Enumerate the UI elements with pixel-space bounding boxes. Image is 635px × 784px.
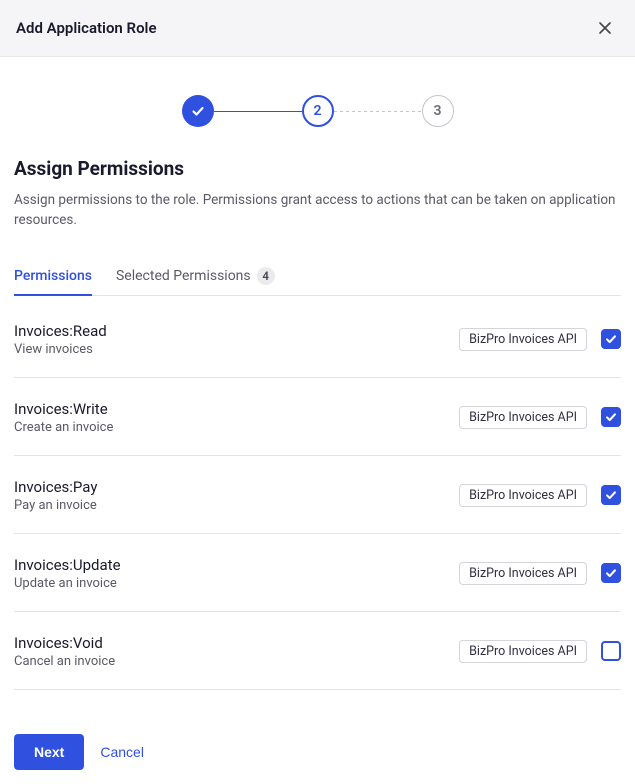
check-icon	[604, 566, 618, 580]
api-badge: BizPro Invoices API	[459, 640, 587, 663]
tab-label: Permissions	[14, 268, 92, 284]
check-icon	[604, 488, 618, 502]
tab-permissions[interactable]: Permissions	[14, 259, 92, 295]
cancel-button[interactable]: Cancel	[100, 744, 144, 760]
tab-selected-permissions[interactable]: Selected Permissions 4	[116, 259, 275, 295]
section-description: Assign permissions to the role. Permissi…	[14, 190, 621, 231]
permission-controls: BizPro Invoices API	[459, 328, 621, 351]
permission-controls: BizPro Invoices API	[459, 406, 621, 429]
modal-header: Add Application Role	[0, 0, 635, 57]
permission-description: View invoices	[14, 342, 107, 357]
permission-row: Invoices:Write Create an invoice BizPro In…	[14, 378, 621, 456]
step-1-complete	[182, 95, 214, 127]
check-icon	[190, 103, 206, 119]
close-button[interactable]	[591, 14, 619, 42]
permission-info: Invoices:Update Update an invoice	[14, 556, 121, 591]
permission-controls: BizPro Invoices API	[459, 562, 621, 585]
permission-description: Create an invoice	[14, 420, 113, 435]
next-button[interactable]: Next	[14, 734, 84, 770]
check-icon	[604, 410, 618, 424]
api-badge: BizPro Invoices API	[459, 484, 587, 507]
modal-footer: Next Cancel	[0, 690, 635, 784]
tab-label: Selected Permissions	[116, 268, 251, 284]
permission-row: Invoices:Update Update an invoice BizPro I…	[14, 534, 621, 612]
permission-info: Invoices:Pay Pay an invoice	[14, 478, 97, 513]
api-badge: BizPro Invoices API	[459, 406, 587, 429]
permission-name: Invoices:Update	[14, 556, 121, 574]
close-icon	[597, 20, 613, 36]
step-connector-1-2	[214, 111, 302, 112]
selected-count-badge: 4	[257, 267, 275, 285]
permission-checkbox[interactable]	[601, 563, 621, 583]
permission-name: Invoices:Pay	[14, 478, 97, 496]
permission-description: Update an invoice	[14, 576, 121, 591]
permission-name: Invoices:Read	[14, 322, 107, 340]
permission-row: Invoices:Void Cancel an invoice BizPro Inv…	[14, 612, 621, 690]
check-icon	[604, 332, 618, 346]
step-2-current: 2	[302, 95, 334, 127]
permission-row: Invoices:Pay Pay an invoice BizPro Invoice…	[14, 456, 621, 534]
api-badge: BizPro Invoices API	[459, 562, 587, 585]
permission-checkbox[interactable]	[601, 407, 621, 427]
permission-description: Cancel an invoice	[14, 654, 115, 669]
tab-bar: Permissions Selected Permissions 4	[14, 259, 621, 296]
permission-checkbox[interactable]	[601, 485, 621, 505]
permission-info: Invoices:Write Create an invoice	[14, 400, 113, 435]
step-3-pending: 3	[422, 95, 454, 127]
permission-row: Invoices:Read View invoices BizPro Invoice…	[14, 300, 621, 378]
permission-checkbox[interactable]	[601, 329, 621, 349]
permission-controls: BizPro Invoices API	[459, 484, 621, 507]
section-title: Assign Permissions	[14, 157, 621, 180]
permission-controls: BizPro Invoices API	[459, 640, 621, 663]
permission-name: Invoices:Write	[14, 400, 113, 418]
permissions-list: Invoices:Read View invoices BizPro Invoice…	[14, 300, 621, 690]
permission-info: Invoices:Void Cancel an invoice	[14, 634, 115, 669]
permission-info: Invoices:Read View invoices	[14, 322, 107, 357]
permission-description: Pay an invoice	[14, 498, 97, 513]
step-connector-2-3	[334, 111, 422, 112]
permission-checkbox[interactable]	[601, 641, 621, 661]
api-badge: BizPro Invoices API	[459, 328, 587, 351]
stepper: 2 3	[0, 57, 635, 157]
permission-name: Invoices:Void	[14, 634, 115, 652]
modal-title: Add Application Role	[16, 19, 157, 37]
